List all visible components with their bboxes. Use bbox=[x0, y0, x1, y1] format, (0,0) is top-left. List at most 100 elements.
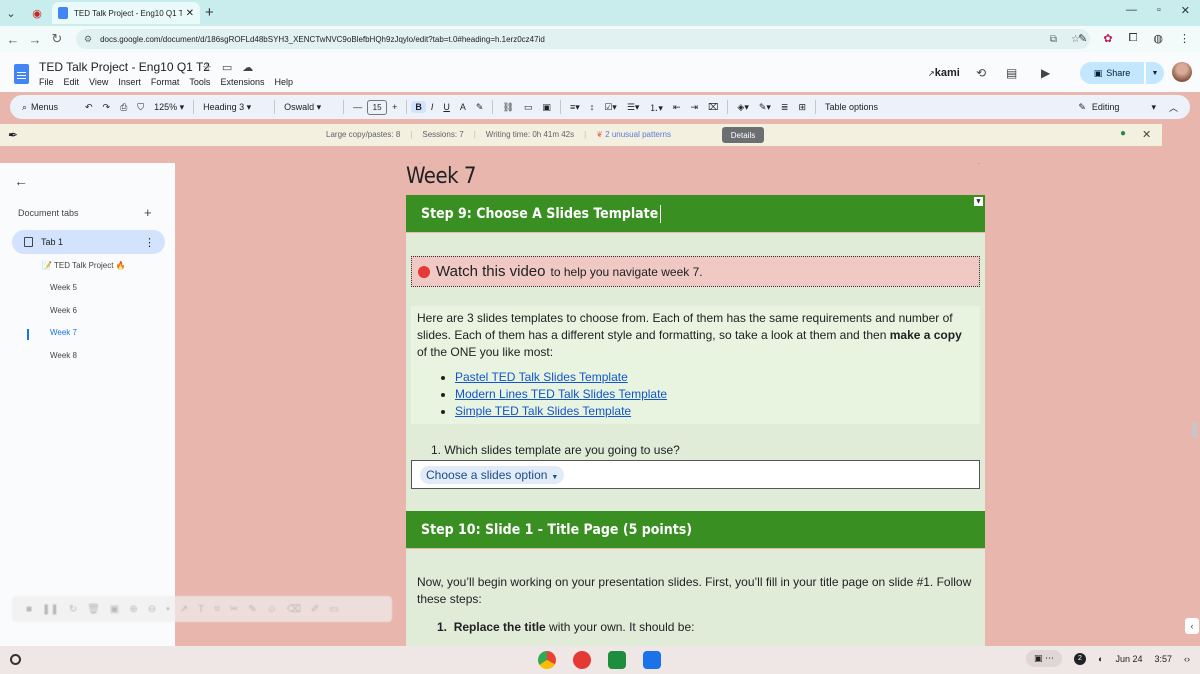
browser-menu-icon[interactable]: ⋮ bbox=[1179, 32, 1190, 45]
maximize-icon[interactable]: ▫ bbox=[1157, 4, 1161, 17]
comment-icon[interactable]: ▭ bbox=[519, 102, 538, 113]
menu-extensions[interactable]: Extensions bbox=[220, 77, 264, 87]
screen-capture-icon[interactable]: ▣ ⋯ bbox=[1025, 650, 1062, 667]
menu-tools[interactable]: Tools bbox=[189, 77, 210, 87]
tab-search-icon[interactable]: ⌄ bbox=[0, 2, 22, 24]
unusual-patterns-link[interactable]: ❦ 2 unusual patterns bbox=[596, 130, 671, 139]
install-icon[interactable]: ⧉ bbox=[1050, 34, 1057, 45]
arrows-icon[interactable]: ‹› bbox=[1184, 654, 1190, 664]
move-folder-icon[interactable]: ▭ bbox=[222, 61, 232, 74]
fill-color-icon[interactable]: ◈▾ bbox=[732, 102, 753, 113]
slides-option-dropdown[interactable]: Choose a slides option ▼ bbox=[420, 465, 565, 484]
italic-icon[interactable]: I bbox=[426, 102, 439, 112]
minimize-icon[interactable]: — bbox=[1126, 4, 1137, 17]
checklist-icon[interactable]: ☑▾ bbox=[599, 102, 622, 113]
star-icon[interactable]: ☆ bbox=[202, 61, 212, 74]
menu-edit[interactable]: Edit bbox=[64, 77, 80, 87]
outline-ted-talk-project[interactable]: 📝 TED Talk Project 🔥 bbox=[42, 261, 126, 270]
emoji-icon[interactable]: ☺ bbox=[267, 604, 277, 615]
table-collapse-icon[interactable]: ▼ bbox=[974, 197, 983, 206]
outline-week-8[interactable]: Week 8 bbox=[50, 351, 77, 360]
border-width-icon[interactable]: ≣ bbox=[776, 102, 794, 113]
restart-icon[interactable]: ↻ bbox=[69, 604, 77, 615]
scissors-icon[interactable]: ✂ bbox=[230, 604, 238, 615]
zoom-out-icon[interactable]: ⊖ bbox=[148, 604, 156, 615]
outline-week-5[interactable]: Week 5 bbox=[50, 283, 77, 292]
search-menus[interactable]: ⌕ Menus bbox=[10, 102, 80, 113]
menu-format[interactable]: Format bbox=[151, 77, 180, 87]
tab-more-icon[interactable]: ⋮ bbox=[144, 236, 155, 249]
date-label[interactable]: Jun 24 bbox=[1115, 654, 1142, 664]
video-tool-icon[interactable]: ▭ bbox=[329, 604, 338, 615]
simple-template-link[interactable]: Simple TED Talk Slides Template bbox=[455, 404, 631, 418]
document-page[interactable]: ▼ ▼ Week 7 Step 9: Choose A Slides Templ… bbox=[175, 163, 1200, 646]
close-banner-icon[interactable]: ✕ bbox=[1142, 128, 1151, 141]
increase-font-icon[interactable]: + bbox=[387, 102, 402, 112]
numbered-list-icon[interactable]: ⒈▾ bbox=[644, 101, 668, 114]
details-button[interactable]: Details bbox=[722, 127, 764, 143]
select-icon[interactable]: ▣ bbox=[110, 604, 119, 615]
time-label[interactable]: 3:57 bbox=[1154, 654, 1172, 664]
decrease-indent-icon[interactable]: ⇤ bbox=[668, 102, 686, 113]
arrow-icon[interactable]: ↗ bbox=[180, 604, 188, 615]
redo-icon[interactable]: ↷ bbox=[98, 102, 116, 113]
style-select[interactable]: Heading 3 ▾ bbox=[198, 102, 270, 113]
bulleted-list-icon[interactable]: ☰▾ bbox=[622, 102, 645, 113]
text-color-icon[interactable]: A bbox=[455, 102, 471, 112]
outline-week-6[interactable]: Week 6 bbox=[50, 306, 77, 315]
line-spacing-icon[interactable]: ↕ bbox=[585, 102, 600, 112]
record-icon[interactable]: ◉ bbox=[26, 2, 48, 24]
watch-video-link[interactable]: Watch this video bbox=[436, 263, 546, 280]
pause-icon[interactable]: ❚❚ bbox=[42, 604, 59, 615]
kami-button[interactable]: ↗kami bbox=[928, 67, 960, 79]
menu-insert[interactable]: Insert bbox=[118, 77, 141, 87]
browser-tab[interactable]: TED Talk Project - Eng10 Q1 T2 ✕ bbox=[52, 2, 200, 24]
menu-view[interactable]: View bbox=[89, 77, 108, 87]
pastel-template-link[interactable]: Pastel TED Talk Slides Template bbox=[455, 370, 628, 384]
table-options-button[interactable]: Table options bbox=[820, 102, 883, 112]
explore-icon[interactable]: ‹ bbox=[1185, 618, 1199, 634]
person-icon[interactable]: ● bbox=[1120, 128, 1126, 139]
document-title[interactable]: TED Talk Project - Eng10 Q1 T2 bbox=[39, 60, 210, 74]
font-select[interactable]: Oswald ▾ bbox=[279, 102, 339, 113]
shape-icon[interactable]: ⌗ bbox=[214, 604, 220, 615]
pen-tool-icon[interactable]: ✎ bbox=[248, 604, 256, 615]
underline-icon[interactable]: U bbox=[438, 102, 455, 112]
pen-extension-icon[interactable]: ✎ bbox=[1078, 32, 1087, 45]
dot-icon[interactable]: • bbox=[166, 604, 170, 615]
text-tool-icon[interactable]: T bbox=[198, 604, 204, 615]
clear-formatting-icon[interactable]: ⌧ bbox=[703, 102, 723, 113]
modern-lines-template-link[interactable]: Modern Lines TED Talk Slides Template bbox=[455, 387, 667, 401]
align-icon[interactable]: ≡▾ bbox=[565, 102, 585, 113]
menu-file[interactable]: File bbox=[39, 77, 54, 87]
files-icon[interactable] bbox=[643, 651, 661, 669]
step-10-header[interactable]: Step 10: Slide 1 - Title Page (5 points) bbox=[406, 511, 985, 548]
stop-icon[interactable]: ■ bbox=[26, 604, 32, 615]
hide-menus-icon[interactable]: ︿ bbox=[1164, 101, 1190, 114]
classroom-icon[interactable] bbox=[608, 651, 626, 669]
editing-mode-select[interactable]: ✎ Editing ▾ bbox=[1078, 102, 1164, 113]
reload-icon[interactable]: ↻ bbox=[46, 31, 68, 47]
cloud-status-icon[interactable]: ☁ bbox=[242, 61, 253, 74]
avatar[interactable] bbox=[1172, 62, 1192, 82]
step-10-paragraph[interactable]: Now, you’ll begin working on your presen… bbox=[417, 574, 977, 608]
add-tab-button[interactable]: + bbox=[144, 205, 152, 220]
font-size-input[interactable]: 15 bbox=[367, 99, 388, 115]
eraser-icon[interactable]: ⌫ bbox=[287, 604, 301, 615]
forward-icon[interactable]: → bbox=[24, 32, 46, 47]
close-tab-icon[interactable]: ✕ bbox=[186, 8, 194, 19]
extensions-puzzle-icon[interactable]: ⧠ bbox=[1129, 32, 1138, 45]
comments-icon[interactable]: ▤ bbox=[1006, 66, 1017, 80]
highlight-icon[interactable]: ✎ bbox=[471, 102, 489, 113]
answer-box[interactable]: Choose a slides option ▼ bbox=[411, 460, 980, 489]
undo-icon[interactable]: ↶ bbox=[80, 102, 98, 113]
trash-icon[interactable]: 🗑 bbox=[87, 604, 100, 615]
close-window-icon[interactable]: ✕ bbox=[1181, 4, 1190, 17]
zoom-select[interactable]: 125% ▾ bbox=[149, 102, 189, 113]
extension-icon[interactable]: ✿ bbox=[1103, 32, 1112, 45]
site-info-icon[interactable]: ⚙ bbox=[84, 34, 92, 45]
history-icon[interactable]: ⟲ bbox=[976, 66, 986, 80]
zoom-in-icon[interactable]: ⊕ bbox=[129, 604, 137, 615]
close-outline-icon[interactable]: ← bbox=[14, 173, 28, 189]
sidebar-tab-1[interactable]: Tab 1 ⋮ bbox=[12, 230, 165, 254]
